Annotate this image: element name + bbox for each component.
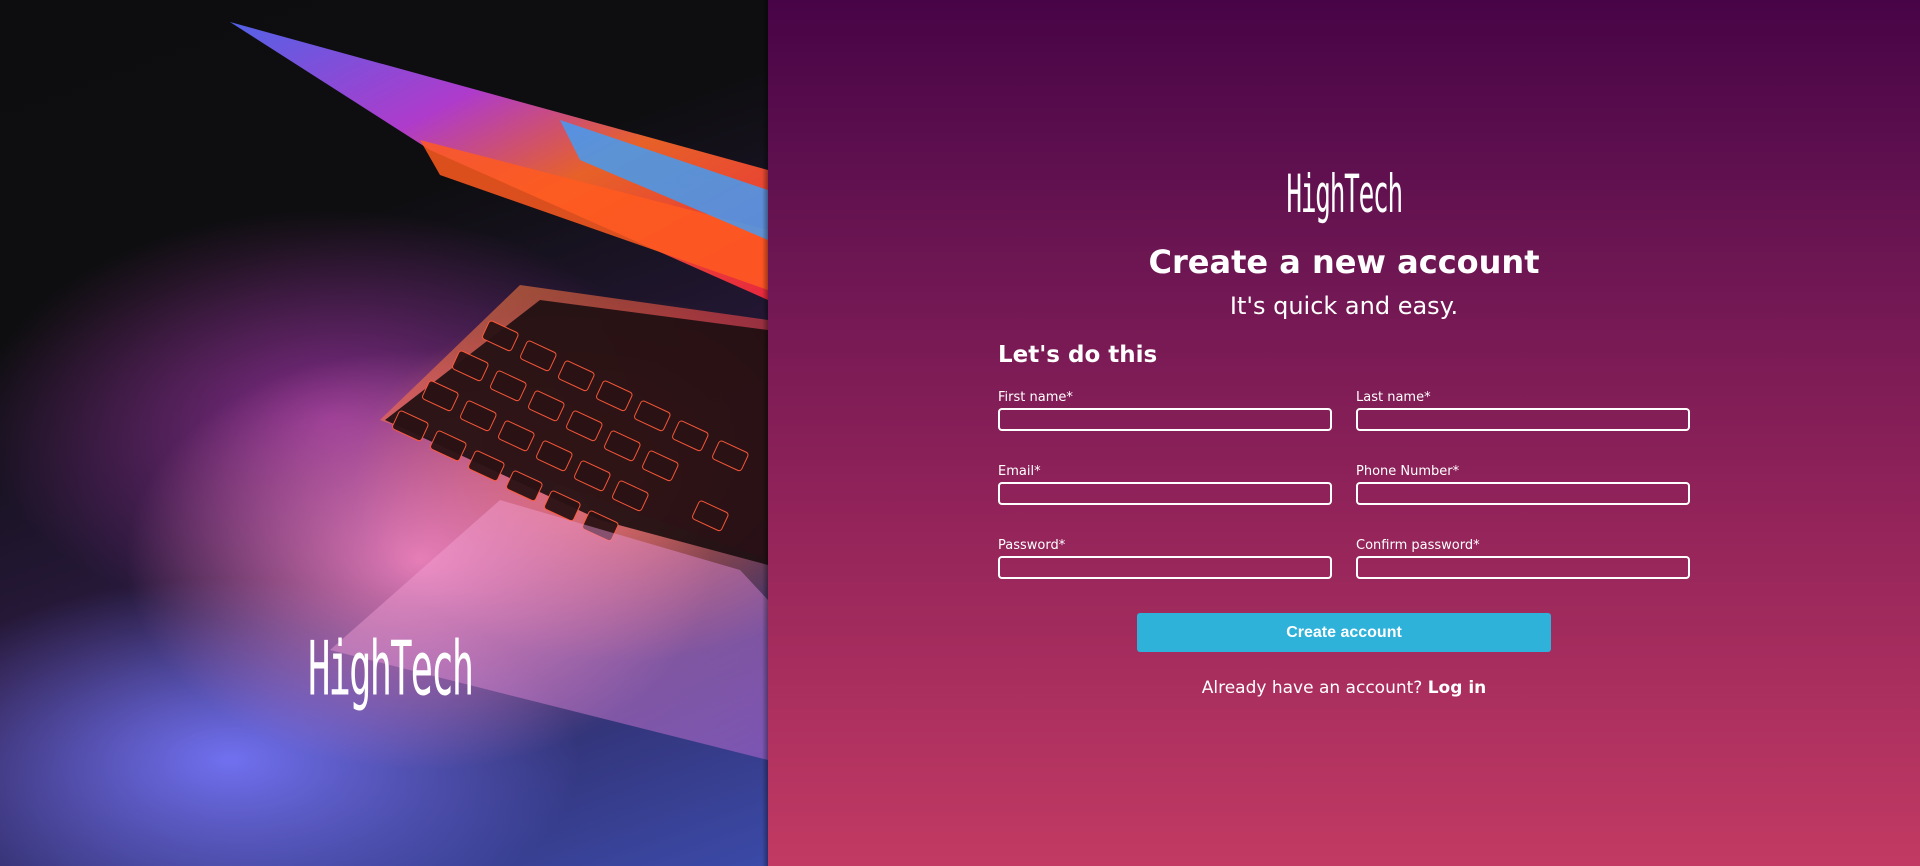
page-subtitle: It's quick and easy. [1229, 292, 1459, 320]
create-account-button[interactable]: Create account [1137, 613, 1551, 652]
confirm-password-input[interactable] [1356, 556, 1690, 579]
page-title: Create a new account [1148, 243, 1540, 281]
last-name-label: Last name* [1356, 390, 1431, 405]
phone-input[interactable] [1356, 482, 1690, 505]
confirm-password-label: Confirm password* [1356, 538, 1480, 553]
brand-logo-text: HighTech [1286, 163, 1403, 225]
first-name-input[interactable] [998, 408, 1332, 431]
login-prompt-text: Already have an account? [1201, 678, 1423, 698]
signup-page: HighTech HighTech Create a new account I… [0, 0, 1920, 866]
password-input[interactable] [998, 556, 1332, 579]
signup-panel: HighTech Create a new account It's quick… [768, 0, 1920, 866]
phone-label: Phone Number* [1356, 464, 1460, 479]
password-label: Password* [998, 538, 1066, 553]
last-name-input[interactable] [1356, 408, 1690, 431]
login-link[interactable]: Log in [1428, 678, 1487, 698]
confirm-password-group: Confirm password* [1356, 538, 1690, 579]
phone-group: Phone Number* [1356, 464, 1690, 505]
email-input[interactable] [998, 482, 1332, 505]
email-label: Email* [998, 464, 1041, 479]
hero-logo: HighTech [308, 625, 474, 714]
password-group: Password* [998, 538, 1332, 579]
section-heading: Let's do this [998, 342, 1158, 368]
hero-image-laptop: HighTech [0, 0, 768, 866]
first-name-label: First name* [998, 390, 1073, 405]
first-name-group: First name* [998, 390, 1332, 431]
login-prompt: Already have an account? Log in [768, 678, 1920, 698]
email-group: Email* [998, 464, 1332, 505]
laptop-illustration [230, 22, 768, 760]
brand-logo: HighTech [768, 163, 1920, 224]
last-name-group: Last name* [1356, 390, 1690, 431]
